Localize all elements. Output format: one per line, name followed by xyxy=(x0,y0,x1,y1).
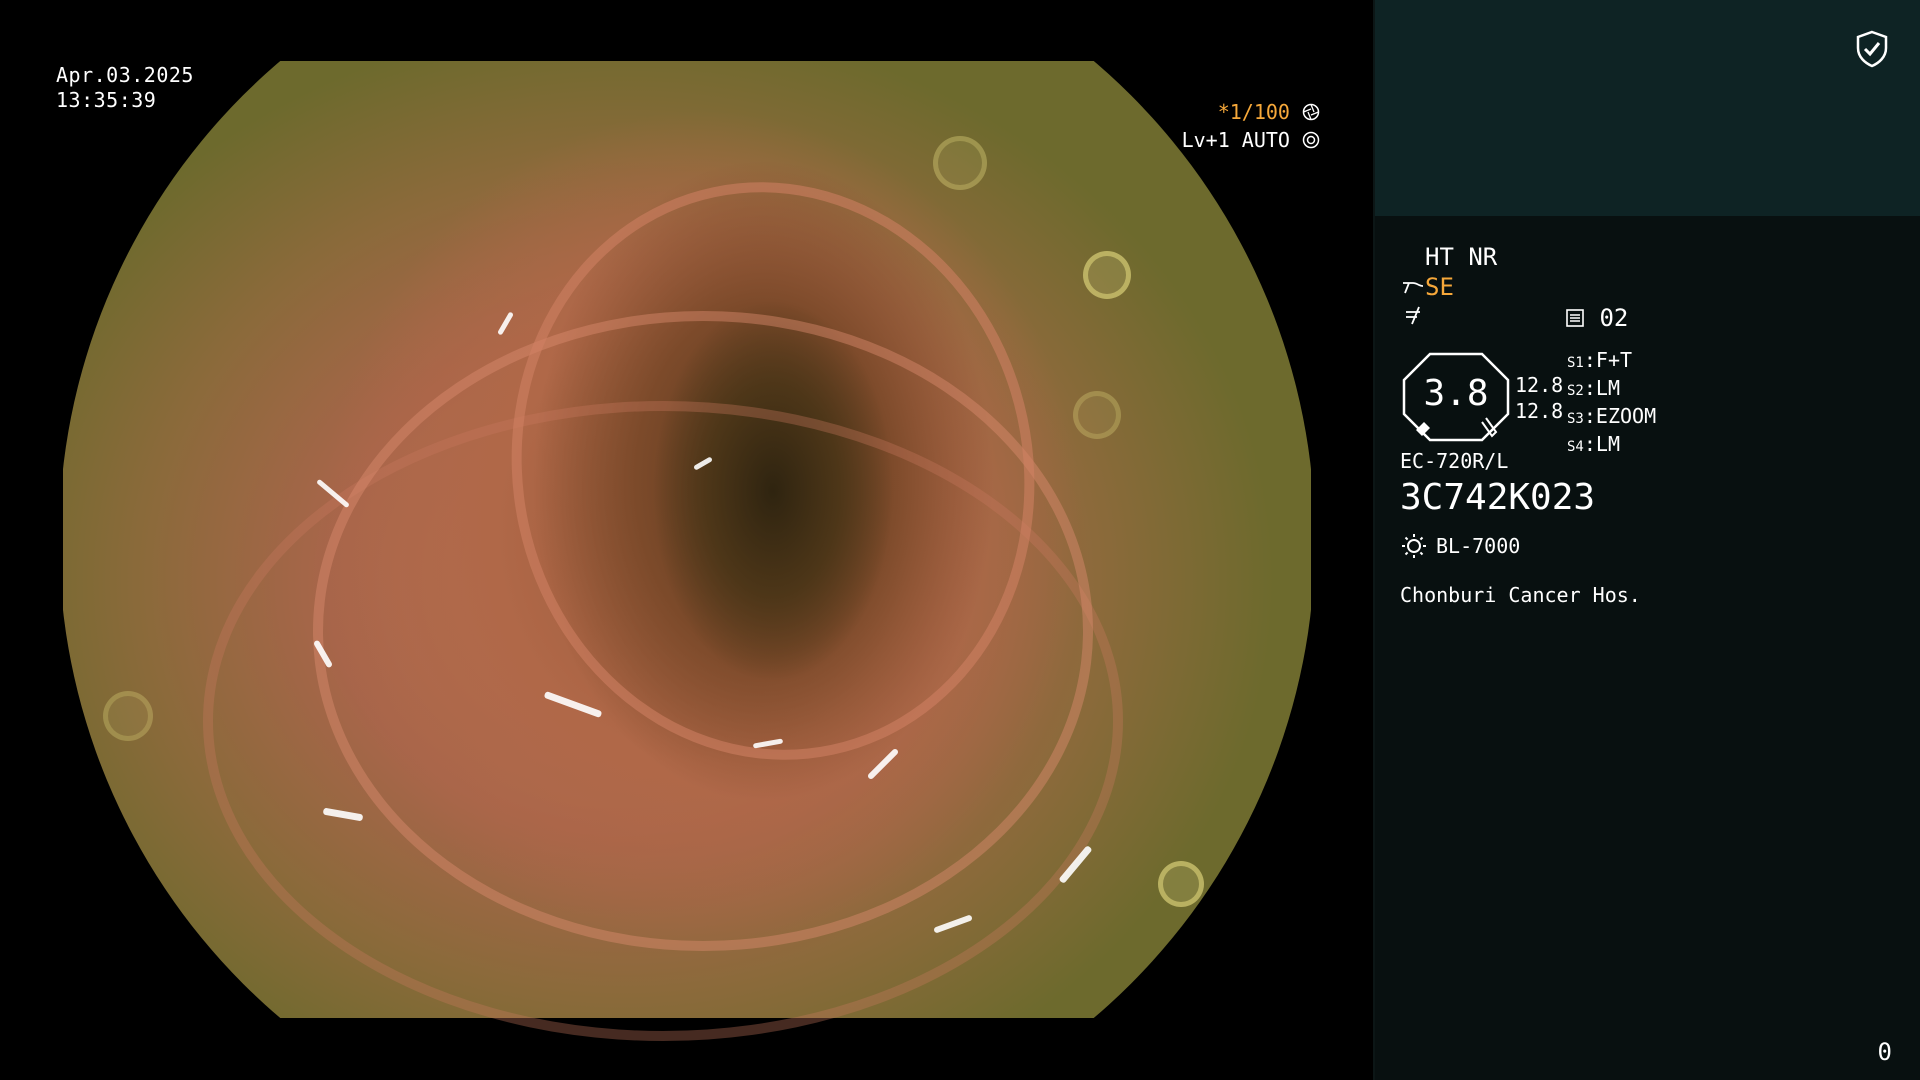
aperture-value-1: 12.8 xyxy=(1515,373,1564,397)
switch-label: S3 xyxy=(1567,411,1584,427)
time-label: 13:35:39 xyxy=(56,88,157,112)
shutter-speed: 1/100 xyxy=(1229,100,1290,124)
structure-enhancement: SE xyxy=(1401,273,1454,301)
switch-value: LM xyxy=(1595,376,1620,400)
iris-icon xyxy=(1302,131,1320,149)
aperture-values: 12.8 12.8 xyxy=(1515,372,1563,424)
level-label: Lv+1 AUTO xyxy=(1181,128,1290,152)
bubble xyxy=(933,136,987,190)
bubble xyxy=(103,691,153,741)
filter-icon xyxy=(1406,306,1420,325)
bubble xyxy=(1083,251,1131,299)
hospital-name: Chonburi Cancer Hos. xyxy=(1400,583,1641,607)
light-source-label: BL-7000 xyxy=(1436,534,1521,558)
switch-row: S4:LM xyxy=(1567,432,1620,456)
scope-serial: 3C742K023 xyxy=(1400,477,1596,518)
info-panel-header xyxy=(1375,0,1920,216)
specular-highlight xyxy=(497,311,514,336)
bubble xyxy=(1158,861,1204,907)
memory-number-label: 02 xyxy=(1599,304,1629,332)
imaging-settings: *1/100 Lv+1 AUTO xyxy=(1140,98,1320,154)
light-source: BL-7000 xyxy=(1400,532,1520,560)
zoom-gauge: 3.8 xyxy=(1400,352,1512,442)
switch-label: S4 xyxy=(1567,439,1584,455)
zoom-value: 3.8 xyxy=(1423,373,1489,414)
switch-row: S2:LM xyxy=(1567,376,1620,400)
level-line: Lv+1 AUTO xyxy=(1140,126,1320,154)
date-label: Apr.03.2025 xyxy=(56,63,194,87)
scope-icon xyxy=(1403,282,1424,294)
endoscopic-image xyxy=(63,61,1311,1041)
switch-value: F+T xyxy=(1595,348,1633,372)
filter-indicator xyxy=(1403,304,1425,332)
memory-icon xyxy=(1566,309,1584,327)
bubble xyxy=(1073,391,1121,439)
shutter-prefix: * xyxy=(1217,100,1230,124)
se-label: SE xyxy=(1425,273,1454,301)
aperture-icon xyxy=(1302,103,1320,121)
shutter-line: *1/100 xyxy=(1140,98,1320,126)
switch-settings: S1:F+T S2:LM S3:EZOOM S4:LM xyxy=(1567,348,1656,460)
switch-label: S2 xyxy=(1567,383,1584,399)
switch-row: S1:F+T xyxy=(1567,348,1633,372)
scope-model: EC-720R/L xyxy=(1400,449,1509,473)
light-source-icon xyxy=(1402,534,1426,558)
ht-nr-label: HT NR xyxy=(1425,243,1498,271)
aperture-value-2: 12.8 xyxy=(1515,399,1564,423)
shield-check-icon xyxy=(1856,30,1888,68)
date-time: Apr.03.2025 13:35:39 xyxy=(56,63,194,113)
switch-value: LM xyxy=(1595,432,1620,456)
switch-label: S1 xyxy=(1567,355,1584,371)
endoscope-video-area: Apr.03.2025 13:35:39 *1/100 Lv+1 AUTO xyxy=(0,0,1373,1080)
switch-row: S3:EZOOM xyxy=(1567,404,1657,428)
info-panel: HT NR SE 02 3.8 12.8 12.8 S1:F+T S2:LM S… xyxy=(1373,0,1920,1080)
image-counter: 0 xyxy=(1877,1038,1892,1066)
switch-value: EZOOM xyxy=(1595,404,1657,428)
memory-number: 02 xyxy=(1565,304,1628,332)
